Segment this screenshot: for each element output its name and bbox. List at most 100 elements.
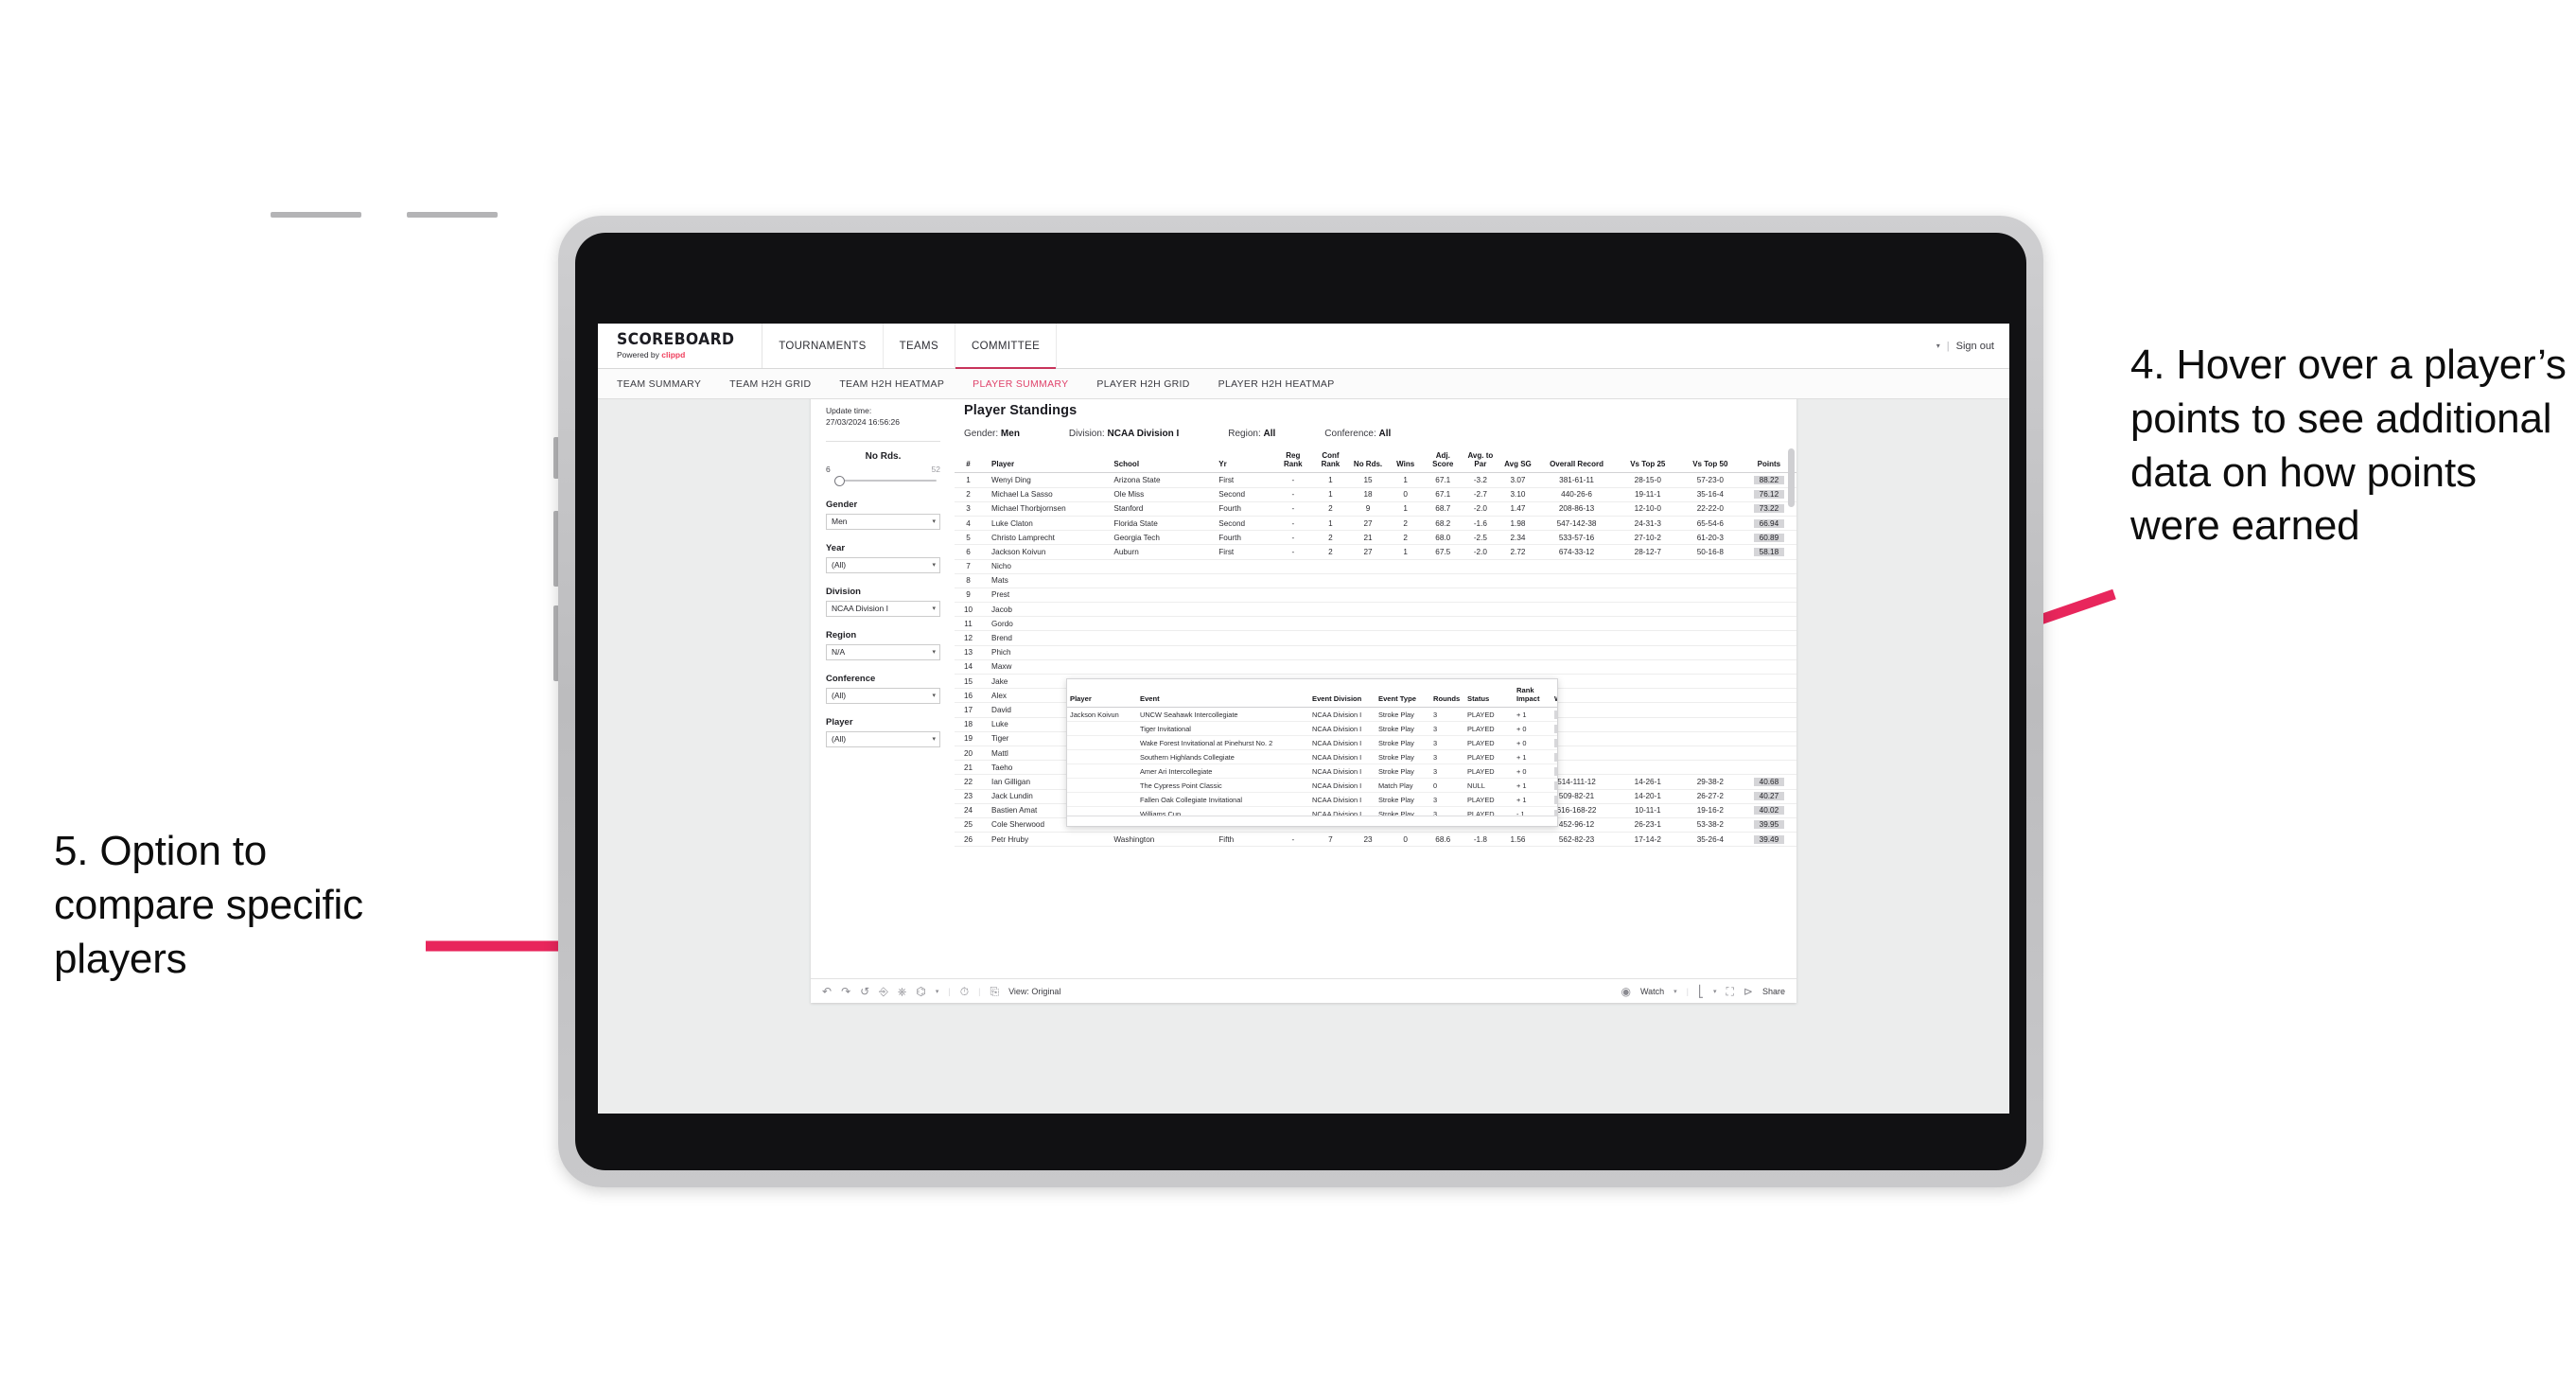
tooltip-head: Player Event Event Division Event Type R…	[1067, 685, 1557, 708]
undo-icon[interactable]: ↶	[822, 986, 832, 997]
table-row[interactable]: 2 Michael La Sasso Ole Miss Second -1 18 0 67.1…	[955, 487, 1796, 502]
nav-committee[interactable]: COMMITTEE	[955, 324, 1058, 369]
tab-player-h2h-grid[interactable]: PLAYER H2H GRID	[1096, 378, 1189, 390]
slider-track[interactable]	[826, 475, 940, 486]
cell-sg: 1.98	[1498, 516, 1537, 532]
table-row[interactable]: 6 Jackson Koivun Auburn First -2 27 1 67.5 -2.0 2…	[955, 544, 1796, 560]
pause-icon[interactable]: ⎈	[898, 986, 907, 997]
cell-wins	[1386, 630, 1425, 646]
col-overall-record[interactable]: Overall Record	[1536, 448, 1617, 474]
tooltip-cell-status: PLAYED	[1464, 792, 1514, 807]
scrollbar-thumb[interactable]	[1788, 448, 1795, 507]
chevron-down-icon[interactable]: ▾	[1713, 988, 1717, 995]
tooltip-cell-status: PLAYED	[1464, 721, 1514, 736]
tab-team-h2h-grid[interactable]: TEAM H2H GRID	[729, 378, 811, 390]
tooltip-cell-wpoints: 47.57	[1551, 763, 1557, 779]
col-school[interactable]: School	[1112, 448, 1218, 474]
cell-t50: 22-22-0	[1678, 501, 1742, 517]
table-row[interactable]: 7 Nicho	[955, 559, 1796, 574]
toolbar-divider-2: |	[978, 986, 981, 996]
table-row[interactable]: 1 Wenyi Ding Arizona State First -1 15 1 67.1 -3…	[955, 472, 1796, 488]
cell-t25: 26-23-1	[1616, 817, 1679, 833]
col-no-rds[interactable]: No Rds.	[1349, 448, 1387, 474]
tab-player-h2h-heatmap[interactable]: PLAYER H2H HEATMAP	[1218, 378, 1335, 390]
table-row[interactable]: 8 Mats	[955, 573, 1796, 588]
cell-yr: First	[1217, 472, 1275, 488]
subscribe-icon[interactable]: ⌬	[916, 986, 925, 997]
col-avg-to-par[interactable]: Avg. to Par	[1462, 448, 1499, 474]
cell-player: Wenyi Ding	[982, 472, 1113, 488]
filter-region-label: Region	[826, 629, 857, 640]
slider-handle[interactable]	[834, 475, 845, 486]
nav-teams[interactable]: TEAMS	[884, 324, 956, 368]
summary-division: Division: NCAA Division I	[1069, 429, 1179, 439]
share-label[interactable]: Share	[1762, 987, 1785, 996]
table-row[interactable]: 11 Gordo	[955, 616, 1796, 632]
col-rank[interactable]: #	[955, 448, 983, 474]
table-row[interactable]: 13 Phich	[955, 645, 1796, 660]
cell-rank: 22	[955, 774, 983, 790]
table-row[interactable]: 14 Maxw	[955, 659, 1796, 675]
cell-conf	[1311, 588, 1350, 604]
cell-rds: 23	[1349, 832, 1387, 848]
table-row[interactable]: 9 Prest	[955, 588, 1796, 604]
table-row[interactable]: 4 Luke Claton Florida State Second -1 27 2 68.2…	[955, 516, 1796, 532]
col-conf-rank[interactable]: Conf Rank	[1311, 448, 1350, 474]
cell-rec: 381-61-11	[1536, 472, 1617, 488]
download-icon[interactable]: ⎣	[1698, 986, 1704, 997]
col-player[interactable]: Player	[982, 448, 1113, 474]
chevron-down-icon[interactable]: ▾	[936, 988, 939, 995]
cell-rank: 4	[955, 516, 983, 532]
cell-sg	[1498, 559, 1537, 574]
tooltip-cell-status: PLAYED	[1464, 763, 1514, 779]
table-row[interactable]: 12 Brend	[955, 630, 1796, 646]
vertical-scrollbar[interactable]	[1788, 448, 1795, 978]
cell-yr	[1217, 588, 1275, 604]
filter-gender-select[interactable]: Men ▾	[826, 513, 940, 530]
tooltip-cell-division: NCAA Division I	[1309, 707, 1376, 722]
nav-tournaments[interactable]: TOURNAMENTS	[762, 324, 884, 368]
annotation-step-5: 5. Option to compare specific players	[54, 828, 363, 982]
col-adj-score[interactable]: Adj. Score	[1424, 448, 1463, 474]
watch-icon[interactable]: ◉	[1621, 986, 1630, 997]
filter-region-select[interactable]: N/A ▾	[826, 643, 940, 660]
table-row[interactable]: 3 Michael Thorbjornsen Stanford Fourth -2 9 1 6…	[955, 501, 1796, 517]
table-row[interactable]: 26 Petr Hruby Washington Fifth -7 23 0 68.6 -1.8…	[955, 832, 1796, 848]
table-row[interactable]: 10 Jacob	[955, 602, 1796, 618]
filter-player-select[interactable]: (All) ▾	[826, 730, 940, 747]
tab-team-h2h-heatmap[interactable]: TEAM H2H HEATMAP	[839, 378, 944, 390]
tab-team-summary[interactable]: TEAM SUMMARY	[617, 378, 701, 390]
tooltip-cell-type: Match Play	[1376, 778, 1430, 793]
view-label[interactable]: View: Original	[1008, 987, 1060, 996]
alerts-icon[interactable]: ⏱	[960, 986, 969, 997]
filter-year-select[interactable]: (All) ▾	[826, 556, 940, 573]
refresh-icon[interactable]: ⎆	[879, 986, 888, 997]
fullscreen-icon[interactable]: ⛶	[1726, 986, 1734, 997]
col-vs-top50[interactable]: Vs Top 50	[1678, 448, 1742, 474]
tab-player-summary[interactable]: PLAYER SUMMARY	[973, 378, 1068, 390]
cell-school: Washington	[1112, 832, 1218, 848]
chevron-down-icon[interactable]: ▾	[1674, 988, 1677, 995]
filter-division-select[interactable]: NCAA Division I ▾	[826, 600, 940, 617]
tooltip-cell-impact: + 0	[1514, 721, 1551, 736]
col-reg-rank[interactable]: Reg Rank	[1274, 448, 1312, 474]
redo-icon[interactable]: ↷	[841, 986, 850, 997]
col-avg-sg[interactable]: Avg SG	[1498, 448, 1537, 474]
sign-out-link[interactable]: Sign out	[1956, 341, 1994, 352]
chevron-down-icon[interactable]: ▾	[1936, 342, 1940, 350]
points-value: 73.22	[1753, 504, 1784, 514]
watch-label[interactable]: Watch	[1640, 987, 1664, 996]
cell-school: Arizona State	[1112, 472, 1218, 488]
cell-rank: 2	[955, 487, 983, 502]
table-row[interactable]: 5 Christo Lamprecht Georgia Tech Fourth -2 21…	[955, 530, 1796, 546]
cell-par: -2.7	[1462, 487, 1499, 502]
cell-t25	[1616, 630, 1679, 646]
share-icon[interactable]: ⊳	[1744, 986, 1753, 997]
view-icon[interactable]: ⎘	[990, 986, 999, 997]
filter-conference-select[interactable]: (All) ▾	[826, 687, 940, 704]
col-yr[interactable]: Yr	[1217, 448, 1275, 474]
col-vs-top25[interactable]: Vs Top 25	[1616, 448, 1679, 474]
revert-icon[interactable]: ↺	[860, 986, 869, 997]
brand-logo[interactable]: SCOREBOARD Powered by clippd	[598, 324, 763, 368]
col-wins[interactable]: Wins	[1386, 448, 1425, 474]
